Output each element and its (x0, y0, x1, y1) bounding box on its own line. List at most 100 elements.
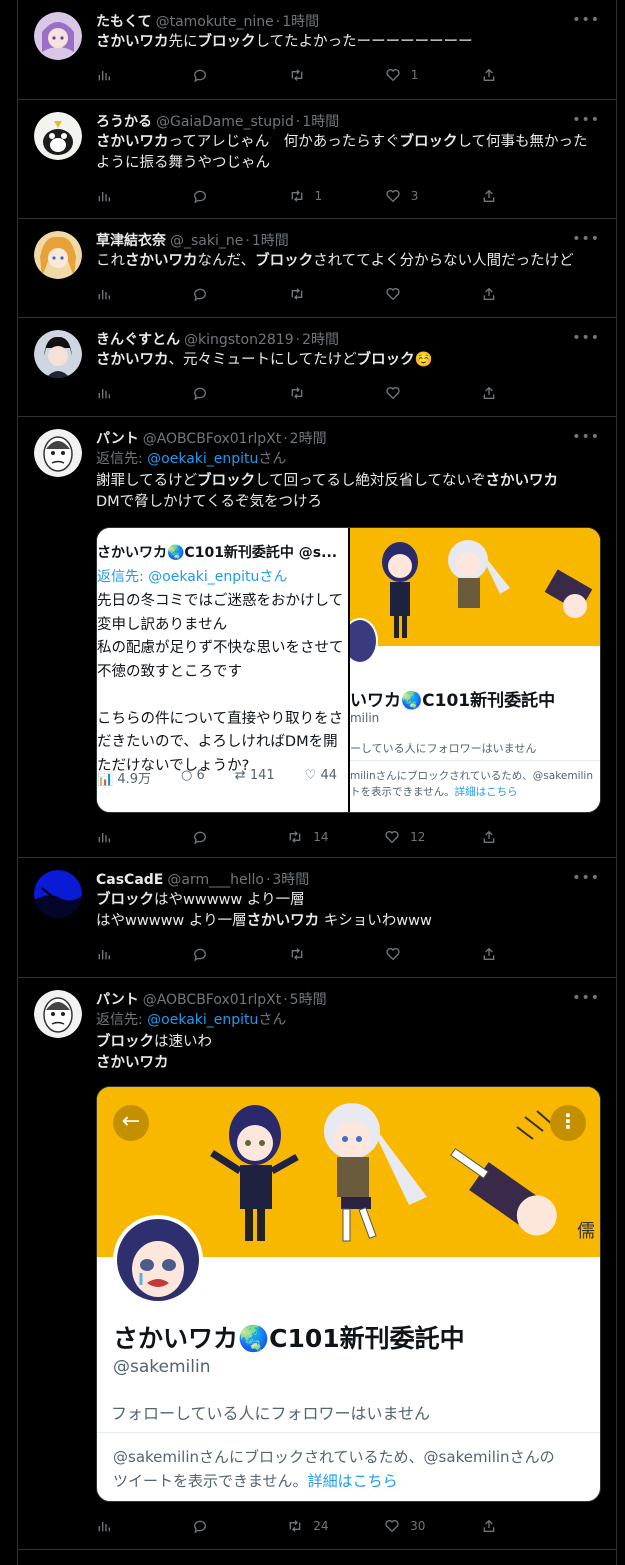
avatar[interactable] (34, 870, 82, 918)
view-button[interactable] (96, 946, 136, 962)
retweets-count: 14 (313, 830, 329, 844)
retweet-button[interactable] (289, 946, 329, 962)
view-button[interactable] (96, 385, 136, 401)
view-button[interactable] (96, 67, 136, 83)
more-icon[interactable]: ⋮ (550, 1105, 586, 1141)
timestamp[interactable]: 1時間 (302, 112, 339, 132)
details-link[interactable]: 詳細はこちら (455, 786, 518, 798)
tweet[interactable]: パント @AOBCBFox01rlpXt · 2時間 ••• 返信先: @oekaki… (18, 417, 616, 858)
like-button[interactable]: 12 (384, 829, 425, 845)
attached-image[interactable]: 儒 ← ⋮ さかいワカ🌏C101新刊委託中 @sakemilin フォローしてい… (96, 1086, 601, 1502)
avatar[interactable] (34, 231, 82, 279)
replie-button[interactable] (192, 188, 232, 204)
avatar[interactable] (34, 112, 82, 160)
like-icon (385, 188, 401, 204)
avatar[interactable] (34, 330, 82, 378)
handle[interactable]: @_saki_ne (170, 231, 243, 251)
timestamp[interactable]: 5時間 (290, 990, 327, 1010)
more-icon[interactable]: ••• (572, 870, 600, 886)
details-link[interactable]: 詳細はこちら (308, 1472, 398, 1490)
avatar[interactable] (34, 12, 82, 60)
handle[interactable]: @tamokute_nine (156, 12, 274, 32)
display-name[interactable]: CasCadE (96, 870, 163, 890)
reply-mention-link[interactable]: @oekaki_enpitu (147, 1012, 258, 1028)
view-button[interactable] (96, 1518, 136, 1534)
attached-images[interactable]: さかいワカ🌏C101新刊委託中 @s... 返信先: @oekaki_enpit… (96, 527, 601, 813)
display-name[interactable]: パント (96, 990, 139, 1010)
avatar[interactable] (34, 990, 82, 1038)
tweet[interactable]: 草津結衣奈 @_saki_ne · 1時間 ••• これさかいワカなんだ、ブロックされ… (18, 219, 616, 318)
timestamp[interactable]: 2時間 (290, 429, 327, 449)
blocked-divider (349, 760, 600, 761)
blocked-line-text: トを表示できません。 (349, 786, 455, 798)
handle[interactable]: @kingston2819 (184, 330, 294, 350)
display-name[interactable]: たもくて (96, 12, 152, 32)
handle[interactable]: @GaiaDame_stupid (156, 112, 294, 132)
tweet-text: これさかいワカなんだ、ブロックされててよく分からない人間だったけど (96, 251, 600, 272)
timestamp[interactable]: 3時間 (272, 870, 309, 890)
retweet-icon (289, 188, 305, 204)
display-name[interactable]: パント (96, 429, 139, 449)
share-button[interactable] (481, 1518, 521, 1534)
replie-button[interactable] (192, 829, 232, 845)
timestamp[interactable]: 1時間 (282, 12, 319, 32)
tweet[interactable]: きんぐすとん @kingston2819 · 2時間 ••• さかいワカ、元々ミュート… (18, 318, 616, 417)
handle[interactable]: @arm___hello (167, 870, 264, 890)
like-button[interactable] (385, 286, 425, 302)
display-name[interactable]: きんぐすとん (96, 330, 180, 350)
more-icon[interactable]: ••• (572, 12, 600, 28)
retweet-button[interactable] (289, 385, 329, 401)
like-button[interactable]: 3 (385, 188, 425, 204)
share-button[interactable] (481, 188, 521, 204)
tweet[interactable]: たもくて @tamokute_nine · 1時間 ••• さかいワカ先にブロックして… (18, 0, 616, 100)
screenshot-image-left[interactable]: さかいワカ🌏C101新刊委託中 @s... 返信先: @oekaki_enpit… (97, 528, 348, 812)
share-button[interactable] (481, 67, 521, 83)
tweet[interactable]: パント @AOBCBFox01rlpXt · 5時間 ••• 返信先: @oekaki… (18, 978, 616, 1550)
like-button[interactable] (385, 385, 425, 401)
reply-mention-link[interactable]: @oekaki_enpitu (147, 451, 258, 467)
retweet-button[interactable]: 1 (289, 188, 329, 204)
handle[interactable]: @AOBCBFox01rlpXt (143, 429, 282, 449)
replie-button[interactable] (192, 385, 232, 401)
retweet-button[interactable] (289, 67, 329, 83)
timestamp[interactable]: 1時間 (252, 231, 289, 251)
replie-button[interactable] (192, 1518, 232, 1534)
share-button[interactable] (481, 946, 521, 962)
tweet[interactable]: CasCadE @arm___hello · 3時間 ••• ブロックはやwwwww … (18, 858, 616, 978)
more-icon[interactable]: ••• (572, 231, 600, 247)
more-icon[interactable]: ••• (572, 990, 600, 1006)
view-button[interactable] (96, 188, 136, 204)
timestamp[interactable]: 2時間 (302, 330, 339, 350)
like-button[interactable]: 1 (385, 67, 425, 83)
more-icon[interactable]: ••• (572, 429, 600, 445)
handle[interactable]: @AOBCBFox01rlpXt (143, 990, 282, 1010)
avatar[interactable] (34, 429, 82, 477)
share-button[interactable] (481, 829, 521, 845)
more-icon[interactable]: ••• (572, 112, 600, 128)
display-name[interactable]: 草津結衣奈 (96, 231, 166, 251)
retweet-button[interactable]: 14 (287, 829, 329, 845)
profile-handle: @sakemilin (113, 1357, 211, 1377)
likes-count: 1 (410, 68, 419, 82)
retweet-button[interactable]: 24 (287, 1518, 329, 1534)
like-button[interactable] (385, 946, 425, 962)
replie-button[interactable] (192, 67, 232, 83)
embedded-line: 不徳の致すところです (97, 663, 242, 680)
like-button[interactable]: 30 (384, 1518, 425, 1534)
retweet-button[interactable] (289, 286, 329, 302)
replie-button[interactable] (192, 286, 232, 302)
share-button[interactable] (481, 385, 521, 401)
replie-button[interactable] (192, 946, 232, 962)
more-icon[interactable]: ••• (572, 330, 600, 346)
back-arrow-icon[interactable]: ← (113, 1105, 149, 1141)
separator-dot: · (275, 14, 281, 30)
share-icon (481, 829, 497, 845)
display-name[interactable]: ろうかる (96, 112, 152, 132)
retweets-count: 24 (313, 1519, 329, 1533)
view-button[interactable] (96, 829, 136, 845)
view-button[interactable] (96, 286, 136, 302)
tweet[interactable]: ろうかる @GaiaDame_stupid · 1時間 ••• さかいワカってアレじゃ… (18, 100, 616, 219)
screenshot-image-right[interactable]: いワカ🌏C101新刊委託中 milin ーしている人にフォロワーはいません mi… (349, 528, 600, 812)
blocked-divider (97, 1432, 600, 1433)
share-button[interactable] (481, 286, 521, 302)
